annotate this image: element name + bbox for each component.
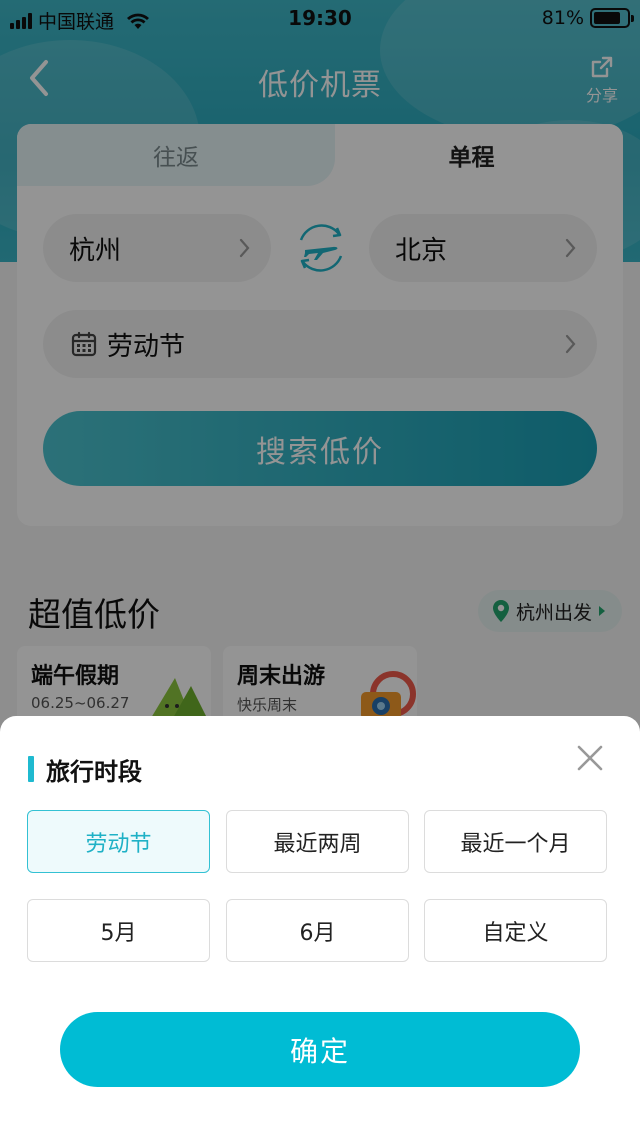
period-option-custom[interactable]: 自定义 xyxy=(424,899,607,962)
period-option-june[interactable]: 6月 xyxy=(226,899,409,962)
period-option-next-two-weeks[interactable]: 最近两周 xyxy=(226,810,409,873)
period-option-labor-day[interactable]: 劳动节 xyxy=(27,810,210,873)
close-icon[interactable] xyxy=(576,744,604,772)
period-option-may[interactable]: 5月 xyxy=(27,899,210,962)
title-accent-bar xyxy=(28,756,34,782)
sheet-title: 旅行时段 xyxy=(28,754,142,786)
period-option-next-month[interactable]: 最近一个月 xyxy=(424,810,607,873)
sheet-title-text: 旅行时段 xyxy=(46,757,142,786)
travel-period-sheet: 旅行时段 劳动节 最近两周 最近一个月 5月 6月 自定义 确定 xyxy=(0,716,640,1138)
confirm-button[interactable]: 确定 xyxy=(60,1012,580,1087)
